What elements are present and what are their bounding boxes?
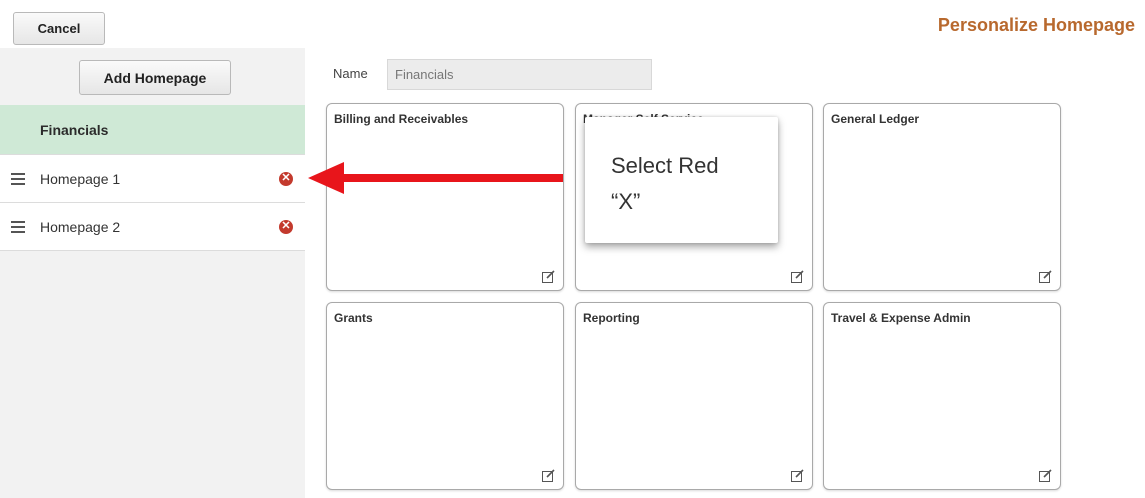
tile-title: Reporting <box>583 311 640 325</box>
tile-reporting[interactable]: Reporting <box>575 302 813 490</box>
tile-grants[interactable]: Grants <box>326 302 564 490</box>
name-input[interactable] <box>387 59 652 90</box>
remove-circle-icon[interactable]: ✕ <box>279 171 293 186</box>
add-homepage-button[interactable]: Add Homepage <box>79 60 231 95</box>
tile-title: Grants <box>334 311 373 325</box>
edit-icon[interactable] <box>542 270 555 283</box>
page-title: Personalize Homepage <box>937 15 1135 35</box>
edit-icon[interactable] <box>791 270 804 283</box>
top-bar: Cancel Personalize Homepage <box>0 0 1145 48</box>
sidebar-item-label: Homepage 2 <box>40 218 121 235</box>
edit-icon[interactable] <box>1039 469 1052 482</box>
annotation-arrow <box>308 162 563 194</box>
drag-handle-icon[interactable] <box>11 220 25 233</box>
sidebar-item-homepage-1[interactable]: Homepage 1 ✕ <box>0 155 305 203</box>
tile-title: Billing and Receivables <box>334 112 469 126</box>
callout-text-line-2: “X” <box>611 189 641 214</box>
tile-general-ledger[interactable]: General Ledger <box>823 103 1061 291</box>
homepage-editor: Name Billing and Receivables Manager Sel… <box>305 48 1145 498</box>
sidebar-item-label: Homepage 1 <box>40 170 121 187</box>
cancel-button[interactable]: Cancel <box>13 12 105 45</box>
sidebar-item-financials[interactable]: Financials <box>0 105 305 155</box>
instruction-callout: Select Red “X” <box>585 117 778 243</box>
edit-icon[interactable] <box>791 469 804 482</box>
edit-icon[interactable] <box>1039 270 1052 283</box>
drag-handle-icon[interactable] <box>11 172 25 185</box>
callout-text-line-1: Select Red <box>611 153 719 178</box>
tile-title: Travel & Expense Admin <box>831 311 971 325</box>
remove-circle-icon[interactable]: ✕ <box>279 219 293 234</box>
tile-title: General Ledger <box>831 112 920 126</box>
name-label: Name <box>333 66 368 81</box>
tile-billing-and-receivables[interactable]: Billing and Receivables <box>326 103 564 291</box>
sidebar-item-homepage-2[interactable]: Homepage 2 ✕ <box>0 203 305 251</box>
tile-travel-and-expense-admin[interactable]: Travel & Expense Admin <box>823 302 1061 490</box>
sidebar: Add Homepage Financials Homepage 1 ✕ Hom… <box>0 48 305 498</box>
edit-icon[interactable] <box>542 469 555 482</box>
